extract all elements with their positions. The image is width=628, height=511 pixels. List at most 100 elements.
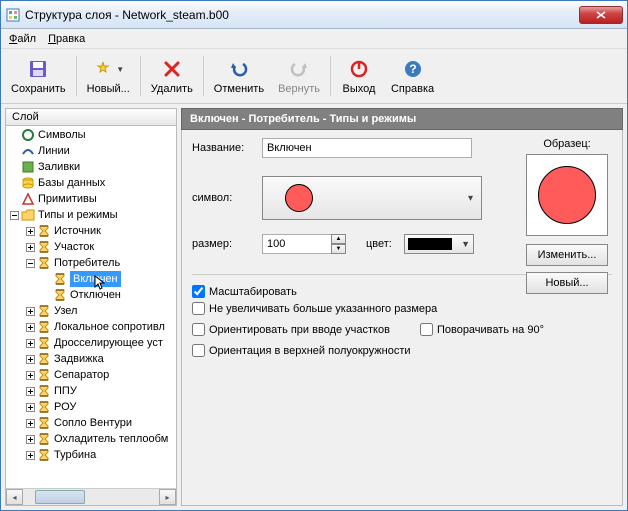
expand-icon[interactable] [24,419,36,428]
titlebar[interactable]: Структура слоя - Network_steam.b00 [1,1,627,29]
expand-icon[interactable] [24,243,36,252]
tree-item[interactable]: Задвижка [6,351,176,367]
tree-panel: Слой СимволыЛинииЗаливкиБазы данныхПрими… [5,108,177,506]
scroll-left-button[interactable]: ◂ [6,489,23,505]
color-dropdown[interactable]: ▼ [404,234,474,254]
expand-icon[interactable] [24,323,36,332]
delete-button[interactable]: Удалить [145,52,199,100]
tree-item-label: Базы данных [38,175,105,191]
color-swatch [408,238,452,250]
hour-icon [36,304,52,318]
tree-item[interactable]: Источник [6,223,176,239]
hour-icon [52,288,68,302]
new-button[interactable]: ▼ Новый... [81,52,136,100]
tree-item[interactable]: Дросселирующее уст [6,335,176,351]
tree-item[interactable]: Локальное сопротивл [6,319,176,335]
expand-icon[interactable] [24,371,36,380]
scroll-thumb[interactable] [35,490,85,504]
tree-item-label: Примитивы [38,191,97,207]
tree-body[interactable]: СимволыЛинииЗаливкиБазы данныхПримитивыТ… [5,126,177,506]
close-button[interactable] [579,6,623,24]
symbol-dropdown[interactable]: ▾ [262,176,482,220]
tree-item[interactable]: Типы и режимы [6,207,176,223]
undo-icon [229,57,249,81]
tree-item[interactable]: Включен [6,271,176,287]
window-title: Структура слоя - Network_steam.b00 [25,8,579,22]
tree-item[interactable]: ППУ [6,383,176,399]
scale-checkbox[interactable] [192,285,205,298]
prim-icon [20,192,36,206]
size-spinner[interactable]: ▲▼ [331,234,346,254]
hour-icon [52,272,68,286]
tree-item-label: Сопло Вентури [54,415,132,431]
hour-icon [36,224,52,238]
expand-icon[interactable] [24,435,36,444]
tree-item[interactable]: Отключен [6,287,176,303]
hour-icon [36,384,52,398]
collapse-icon[interactable] [24,259,36,268]
toolbar: Сохранить ▼ Новый... Удалить Отменить Ве… [1,49,627,104]
tree-item-label: ППУ [54,383,77,399]
tree-item[interactable]: Символы [6,127,176,143]
tree-item-label: Охладитель теплообм [54,431,168,447]
tree-item-label: РОУ [54,399,76,415]
expand-icon[interactable] [24,387,36,396]
collapse-icon[interactable] [8,211,20,220]
tree-item-label: Узел [54,303,77,319]
save-button[interactable]: Сохранить [5,52,72,100]
tree-item[interactable]: Базы данных [6,175,176,191]
expand-icon[interactable] [24,355,36,364]
help-button[interactable]: ? Справка [385,52,440,100]
nolarger-checkbox[interactable] [192,302,205,315]
expand-icon[interactable] [24,227,36,236]
tree-item-label: Линии [38,143,70,159]
hour-icon [36,432,52,446]
hour-icon [36,400,52,414]
hour-icon [36,240,52,254]
name-input[interactable] [262,138,472,158]
cursor-icon [93,275,105,291]
new-symbol-button[interactable]: Новый... [526,272,608,294]
expand-icon[interactable] [24,307,36,316]
tree-item[interactable]: Узел [6,303,176,319]
content-body: Название: символ: ▾ размер: ▲▼ [181,130,623,506]
tree-item[interactable]: Примитивы [6,191,176,207]
redo-icon [289,57,309,81]
menu-file[interactable]: Файл [5,31,40,47]
menubar: Файл Правка [1,29,627,49]
content-panel: Включен - Потребитель - Типы и режимы На… [181,108,623,506]
symbol-preview-icon [285,184,313,212]
scroll-right-button[interactable]: ▸ [159,489,176,505]
tree-item[interactable]: Линии [6,143,176,159]
tree-item-label: Участок [54,239,94,255]
window: Структура слоя - Network_steam.b00 Файл … [0,0,628,511]
rotate-label: Поворачивать на 90° [437,324,544,336]
size-input[interactable] [262,234,332,254]
tree-item[interactable]: Сопло Вентури [6,415,176,431]
expand-icon[interactable] [24,403,36,412]
tree-item-label: Типы и режимы [38,207,118,223]
tree-item-label: Локальное сопротивл [54,319,165,335]
tree-item[interactable]: Сепаратор [6,367,176,383]
tree-item[interactable]: Участок [6,239,176,255]
tree-item[interactable]: Охладитель теплообм [6,431,176,447]
upper-checkbox[interactable] [192,344,205,357]
change-button[interactable]: Изменить... [526,244,608,266]
menu-edit[interactable]: Правка [44,31,89,47]
exit-icon [350,57,368,81]
chevron-down-icon: ▼ [461,239,470,249]
tree-item[interactable]: РОУ [6,399,176,415]
horizontal-scrollbar[interactable]: ◂ ▸ [6,488,176,505]
redo-button[interactable]: Вернуть [272,52,326,100]
exit-button[interactable]: Выход [335,52,383,100]
tree-item[interactable]: Потребитель [6,255,176,271]
folder-icon [20,208,36,222]
undo-button[interactable]: Отменить [208,52,270,100]
upper-label: Ориентация в верхней полуокружности [209,345,411,357]
tree-item[interactable]: Заливки [6,159,176,175]
tree-item[interactable]: Турбина [6,447,176,463]
rotate-checkbox[interactable] [420,323,433,336]
expand-icon[interactable] [24,339,36,348]
orient-checkbox[interactable] [192,323,205,336]
expand-icon[interactable] [24,451,36,460]
